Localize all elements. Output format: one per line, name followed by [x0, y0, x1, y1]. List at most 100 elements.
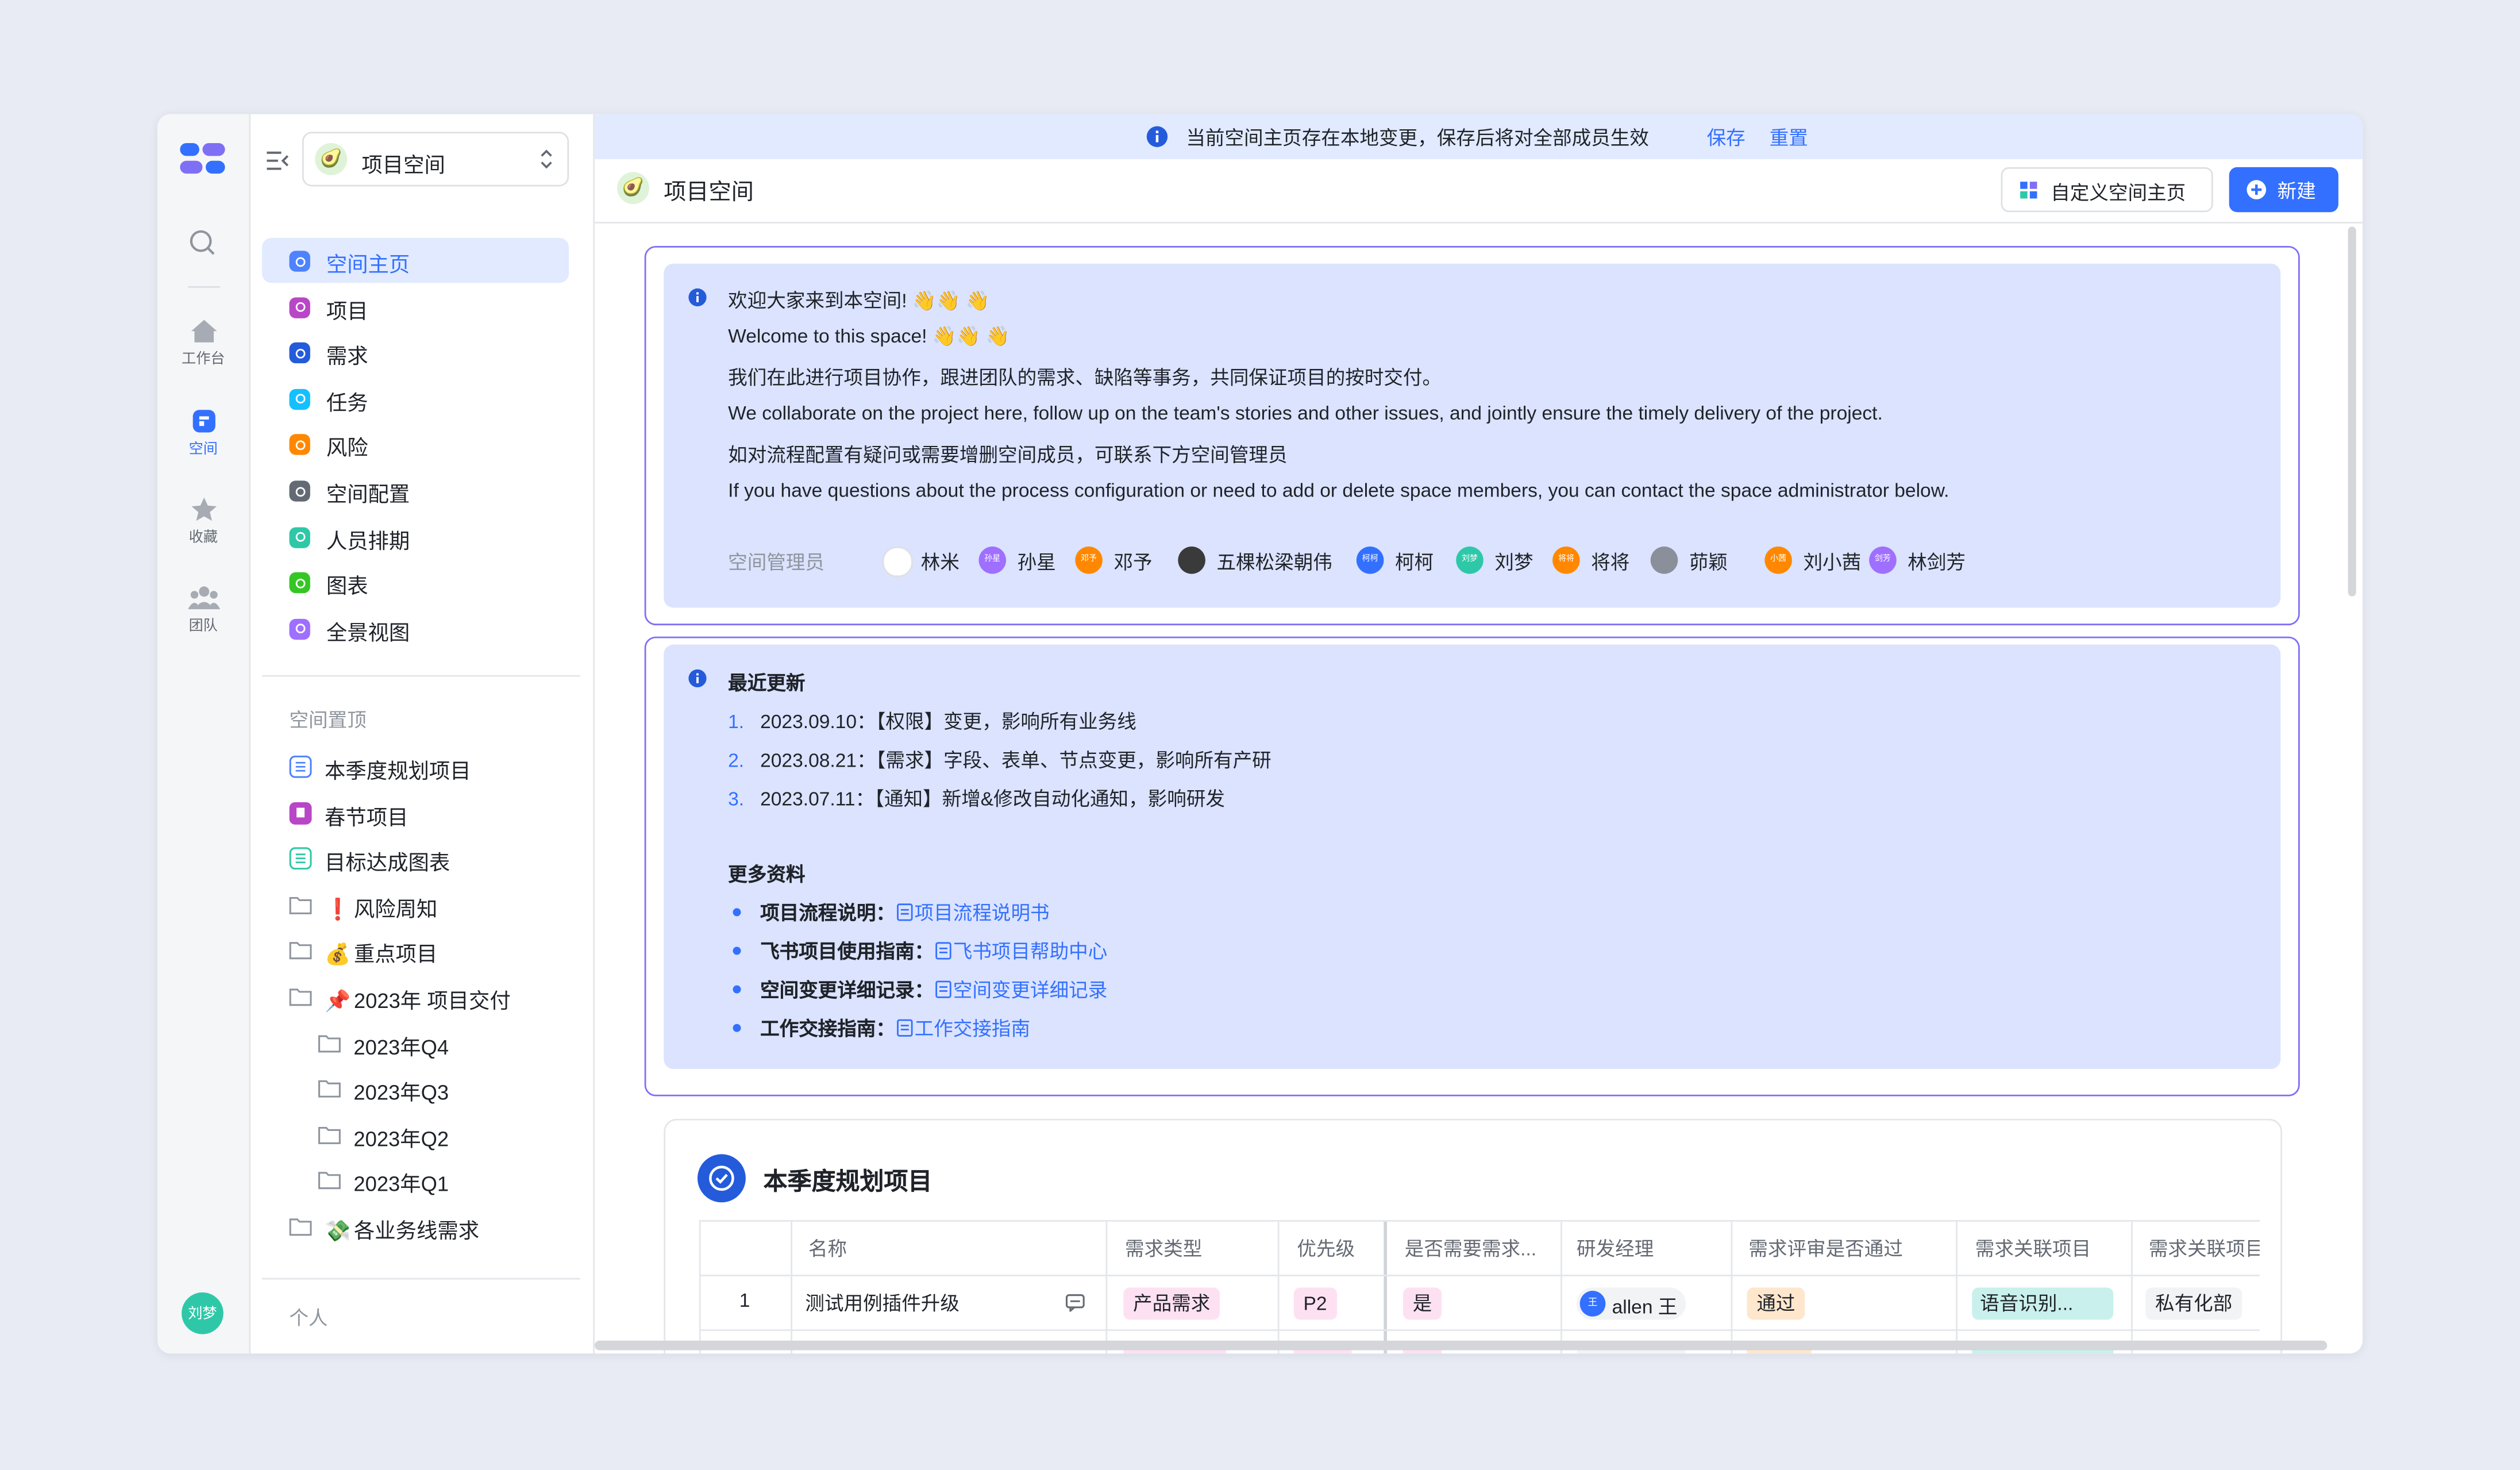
- folder-icon: [318, 1034, 341, 1052]
- new-button[interactable]: 新建: [2229, 167, 2338, 213]
- pinned-item-label: 各业务线需求: [353, 1218, 480, 1243]
- resource-item: 空间变更详细记录： 空间变更详细记录: [728, 976, 1107, 1003]
- sidebar-item[interactable]: 图表: [262, 560, 569, 605]
- admin-avatar: [1178, 547, 1205, 574]
- resource-item: 项目流程说明： 项目流程说明书: [728, 899, 1050, 926]
- resource-item: 工作交接指南： 工作交接指南: [728, 1014, 1030, 1042]
- sidebar-item[interactable]: 风险: [262, 422, 569, 467]
- horizontal-scrollbar[interactable]: [594, 1340, 2328, 1350]
- pinned-item-text: 💸 各业务线需求: [325, 1214, 479, 1244]
- page-header: 🥑 项目空间 自定义空间主页 新建: [594, 159, 2363, 224]
- sidebar-item-label: 全景视图: [326, 620, 410, 645]
- view-icon: [289, 847, 312, 870]
- doc-icon: [935, 942, 951, 960]
- admin-name: 刘梦: [1494, 551, 1533, 574]
- updates-title: 最近更新: [728, 672, 806, 695]
- rail-item-team[interactable]: 团队: [157, 585, 249, 635]
- rail-item-workbench[interactable]: 工作台: [157, 318, 249, 368]
- column-header-manager[interactable]: 研发经理: [1577, 1234, 1654, 1262]
- manager-avatar: 王: [1579, 1291, 1606, 1317]
- space-icon: [192, 410, 215, 433]
- user-avatar[interactable]: 刘梦: [182, 1292, 224, 1334]
- nav-icon: [289, 251, 310, 272]
- updates-card: 最近更新 1. 2023.09.10：【权限】变更，影响所有业务线 2. 2023.0…: [644, 636, 2300, 1096]
- rail-label-space: 空间: [188, 440, 218, 457]
- column-header-project[interactable]: 需求关联项目: [2149, 1234, 2260, 1262]
- more-title: 更多资料: [728, 863, 806, 886]
- resource-link[interactable]: 项目流程说明书: [915, 902, 1050, 924]
- app-logo[interactable]: [180, 140, 228, 186]
- info-icon: [1146, 126, 1168, 147]
- type-tag[interactable]: 产品需求: [1123, 1287, 1220, 1320]
- search-icon[interactable]: [188, 228, 217, 265]
- comment-icon[interactable]: [1065, 1294, 1085, 1312]
- app-rail: 工作台 空间 收藏 团队 刘梦: [157, 114, 251, 1354]
- rail-item-favorites[interactable]: 收藏: [157, 497, 249, 547]
- info-icon: [688, 288, 707, 307]
- column-header-name[interactable]: 名称: [808, 1234, 847, 1262]
- sidebar-item[interactable]: 人员排期: [262, 514, 569, 559]
- resource-link[interactable]: 空间变更详细记录: [953, 979, 1108, 1001]
- sidebar-item[interactable]: 全景视图: [262, 606, 569, 651]
- new-button-label: 新建: [2277, 180, 2316, 203]
- column-header-type[interactable]: 需求类型: [1125, 1234, 1202, 1262]
- row-index: 1: [739, 1289, 750, 1312]
- pinned-item-text: ❗ 风险周知: [325, 892, 437, 922]
- column-header-priority[interactable]: 优先级: [1297, 1234, 1355, 1262]
- sidebar-item[interactable]: 项目: [262, 284, 569, 329]
- pinned-item-text: 📌 2023年 项目交付: [325, 984, 511, 1014]
- need-tag[interactable]: 是: [1402, 1287, 1442, 1320]
- sidebar-item-label: 任务: [326, 390, 368, 415]
- admin-name: 林米: [920, 551, 960, 574]
- sidebar-item[interactable]: 空间主页: [261, 237, 569, 283]
- nav-icon: [289, 388, 310, 410]
- space-selector[interactable]: 🥑 项目空间: [302, 132, 569, 187]
- review-tag[interactable]: 通过: [1747, 1287, 1805, 1320]
- customize-homepage-button[interactable]: 自定义空间主页: [2001, 167, 2213, 213]
- project-tag[interactable]: 私有化部: [2145, 1287, 2242, 1320]
- admin-name: 林剑芳: [1908, 551, 1966, 574]
- resource-link[interactable]: 飞书项目帮助中心: [953, 940, 1108, 963]
- bullet: [733, 986, 741, 994]
- resource-label: 项目流程说明：: [760, 902, 896, 925]
- info-icon: [688, 669, 707, 688]
- welcome-line: 欢迎大家来到本空间! 👋👋 👋: [728, 289, 990, 312]
- column-header-project[interactable]: 需求关联项目: [1975, 1234, 2091, 1262]
- sidebar-item[interactable]: 任务: [262, 376, 569, 421]
- manager-name: allen 王: [1612, 1295, 1678, 1318]
- admin-avatar: 孙星: [978, 547, 1007, 574]
- banner-text: 当前空间主页存在本地变更，保存后将对全部成员生效: [1186, 126, 1649, 150]
- save-link[interactable]: 保存: [1707, 124, 1745, 151]
- planning-table: 名称 需求类型 优先级 是否需要需求... 研发经理 需求评审是否通过 需求关联…: [699, 1220, 2260, 1354]
- pinned-item-label: 目标达成图表: [325, 851, 450, 875]
- collapse-sidebar-icon[interactable]: [267, 149, 289, 178]
- update-number: 3.: [728, 787, 745, 810]
- welcome-card-body: 欢迎大家来到本空间! 👋👋 👋 Welcome to this space! 👋…: [664, 263, 2281, 608]
- project-tag[interactable]: 语音识别...: [1972, 1287, 2114, 1320]
- pinned-item-emoji: 💰: [325, 942, 351, 967]
- priority-tag[interactable]: P2: [1293, 1287, 1337, 1320]
- pinned-item-label: 本季度规划项目: [325, 759, 471, 783]
- row-divider: [700, 1275, 2260, 1276]
- sidebar-item[interactable]: 需求: [262, 330, 569, 375]
- resource-link[interactable]: 工作交接指南: [915, 1018, 1030, 1040]
- row-divider: [700, 1329, 2260, 1332]
- grid-icon: [2020, 182, 2037, 199]
- manager-chip[interactable]: 王 allen 王: [1577, 1287, 1686, 1320]
- folder-icon: [289, 896, 312, 914]
- pinned-item-text: 本季度规划项目: [325, 754, 471, 784]
- column-header-review[interactable]: 需求评审是否通过: [1748, 1234, 1903, 1262]
- sidebar-item[interactable]: 空间配置: [262, 468, 569, 513]
- pinned-item-label: 2023年Q2: [353, 1126, 449, 1151]
- local-change-banner: 当前空间主页存在本地变更，保存后将对全部成员生效 保存 重置: [594, 114, 2363, 159]
- admin-name: 刘小茜: [1803, 551, 1862, 574]
- vertical-scrollbar[interactable]: [2348, 226, 2356, 597]
- rail-item-space[interactable]: 空间: [157, 408, 249, 458]
- reset-link[interactable]: 重置: [1770, 124, 1808, 151]
- chevron-updown-icon: [541, 149, 552, 169]
- admin-avatar: 剑芳: [1869, 547, 1897, 574]
- nav-icon: [289, 434, 310, 456]
- sidebar-divider: [261, 675, 580, 677]
- column-header-need[interactable]: 是否需要需求...: [1405, 1234, 1536, 1262]
- row-name[interactable]: 测试用例插件升级: [805, 1289, 960, 1317]
